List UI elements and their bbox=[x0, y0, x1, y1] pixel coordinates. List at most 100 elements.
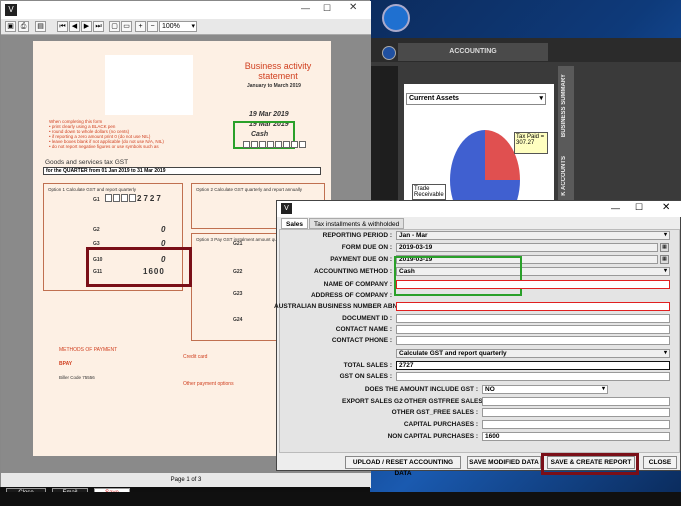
statement-title: Business activity statement bbox=[244, 61, 312, 81]
tab-business-summary[interactable]: BUSINESS SUMMARY bbox=[561, 74, 567, 137]
capital-input[interactable] bbox=[482, 420, 670, 429]
sales-dialog: V — ☐ ✕ Sales Tax installments & withhol… bbox=[274, 200, 681, 477]
address-label: ADDRESS OF COMPANY : bbox=[310, 292, 392, 299]
intro-instructions: When completing this form • print clearl… bbox=[49, 119, 164, 149]
zoom-select[interactable]: 100% ▾ bbox=[159, 21, 197, 32]
next-page-icon[interactable]: ▶ bbox=[81, 21, 92, 32]
intro-line: • do not report negative figures or use … bbox=[49, 144, 159, 149]
g1-label: G1 bbox=[93, 197, 100, 203]
option2-label: Option 2 Calculate GST quarterly and rep… bbox=[196, 187, 302, 192]
period-subtitle: January to March 2019 bbox=[247, 83, 301, 89]
account-type-select[interactable]: Current Assets ▾ bbox=[406, 93, 546, 105]
close-dialog-button[interactable]: CLOSE bbox=[643, 456, 677, 469]
highlight-method-field bbox=[394, 256, 522, 296]
g23-label: G23 bbox=[233, 291, 243, 297]
total-sales-input[interactable]: 2727 bbox=[396, 361, 670, 370]
contact-name-input[interactable] bbox=[396, 325, 670, 334]
close-icon[interactable]: ✕ bbox=[349, 2, 357, 13]
quarter-bar: for the QUARTER from 01 Jan 2019 to 31 M… bbox=[43, 167, 321, 175]
sales-form: REPORTING PERIOD : Jan - Mar ▾ FORM DUE O… bbox=[274, 229, 680, 453]
calendar-icon[interactable]: ▦ bbox=[660, 255, 669, 264]
export-sales-label: EXPORT SALES G2 bbox=[342, 398, 403, 405]
dialog-titlebar: V — ☐ ✕ bbox=[277, 201, 681, 217]
tab-tax-installments[interactable]: Tax installments & withholded bbox=[309, 218, 405, 229]
dialog-buttons: UPLOAD / RESET ACCOUNTING DATA SAVE MODI… bbox=[279, 453, 680, 477]
other-gstfree-input[interactable] bbox=[482, 408, 670, 417]
other-gstfree-g3-label: OTHER GSTFREE SALES G3 : bbox=[404, 398, 498, 405]
other-gstfree-label: OTHER GST_FREE SALES : bbox=[391, 409, 478, 416]
maximize-icon[interactable]: ☐ bbox=[323, 3, 331, 14]
other-options-heading: Other payment options bbox=[183, 381, 234, 387]
non-capital-label: NON CAPITAL PURCHASES : bbox=[387, 433, 478, 440]
contact-phone-boxes bbox=[243, 141, 319, 149]
methods-heading: METHODS OF PAYMENT bbox=[59, 347, 118, 353]
minimize-icon[interactable]: — bbox=[301, 3, 310, 13]
app-icon: V bbox=[5, 4, 17, 16]
last-page-icon[interactable]: ⏭ bbox=[93, 21, 104, 32]
print-icon[interactable]: ⎙ bbox=[18, 21, 29, 32]
maximize-icon[interactable]: ☐ bbox=[635, 202, 643, 213]
abn-label: AUSTRALIAN BUSINESS NUMBER ABN : bbox=[274, 303, 402, 310]
biller-code: Biller Code 75556 bbox=[59, 375, 95, 380]
gst-on-sales-input[interactable] bbox=[396, 372, 670, 381]
pdf-toolbar: ▣ ⎙ ▤ ⏮ ◀ ▶ ⏭ ▢ ▭ + − 100% ▾ bbox=[1, 19, 371, 35]
g1-boxes: 2727 bbox=[105, 194, 167, 203]
form-due-value: 19 Mar 2019 bbox=[249, 111, 289, 118]
method-label: ACCOUNTING METHOD : bbox=[314, 268, 392, 275]
side-tab-strip: BUSINESS SUMMARY K ACCOUNTS bbox=[558, 66, 574, 200]
non-capital-input[interactable]: 1600 bbox=[482, 432, 670, 441]
save-icon[interactable]: ▣ bbox=[5, 21, 16, 32]
first-page-icon[interactable]: ⏮ bbox=[57, 21, 68, 32]
tab-accounts[interactable]: K ACCOUNTS bbox=[561, 156, 567, 196]
minimize-icon[interactable]: — bbox=[611, 203, 620, 213]
save-modified-button[interactable]: SAVE MODIFIED DATA bbox=[467, 456, 541, 469]
fit-page-icon[interactable]: ▢ bbox=[109, 21, 120, 32]
background-left-panel bbox=[368, 66, 398, 200]
capital-label: CAPITAL PURCHASES : bbox=[403, 421, 478, 428]
company-name-input[interactable] bbox=[396, 280, 670, 289]
dialog-tabs: Sales Tax installments & withholded bbox=[279, 217, 680, 229]
g24-label: G24 bbox=[233, 317, 243, 323]
form-due-label: FORM DUE ON : bbox=[341, 244, 392, 251]
highlight-purchases bbox=[86, 247, 192, 287]
highlight-save-create bbox=[541, 453, 639, 475]
close-icon[interactable]: ✕ bbox=[662, 202, 670, 213]
gstfree-g3-input[interactable] bbox=[482, 397, 670, 406]
app-icon: V bbox=[281, 203, 292, 214]
option1-label: Option 1 Calculate GST and report quarte… bbox=[48, 187, 136, 192]
contact-phone-input[interactable] bbox=[396, 336, 670, 345]
g2-value: 0 bbox=[161, 225, 166, 234]
gst-on-sales-label: GST ON SALES : bbox=[339, 373, 392, 380]
tab-sales[interactable]: Sales bbox=[281, 218, 308, 229]
include-gst-select[interactable]: NO ▾ bbox=[482, 385, 608, 394]
gst-heading: Goods and services tax GST bbox=[45, 159, 129, 166]
g22-label: G22 bbox=[233, 269, 243, 275]
document-id-label: DOCUMENT ID : bbox=[342, 315, 392, 322]
desktop-app-icon[interactable] bbox=[382, 4, 410, 32]
document-id-input[interactable] bbox=[396, 314, 670, 323]
taskbar bbox=[0, 492, 681, 506]
payment-due-label: PAYMENT DUE ON : bbox=[330, 256, 392, 263]
form-due-field[interactable]: 2019-03-19 bbox=[396, 243, 658, 252]
abn-input[interactable] bbox=[396, 302, 670, 311]
company-label: NAME OF COMPANY : bbox=[323, 281, 392, 288]
upload-reset-button[interactable]: UPLOAD / RESET ACCOUNTING DATA bbox=[345, 456, 461, 477]
g1-value: 2727 bbox=[137, 194, 163, 203]
trade-receivable-label: Trade Receivable bbox=[412, 184, 446, 200]
calendar-icon[interactable]: ▦ bbox=[660, 243, 669, 252]
include-gst-label: DOES THE AMOUNT INCLUDE GST : bbox=[364, 386, 478, 393]
fit-width-icon[interactable]: ▭ bbox=[121, 21, 132, 32]
zoom-out-icon[interactable]: − bbox=[147, 21, 158, 32]
gst-calc-select[interactable]: Calculate GST and report quarterly ▾ bbox=[396, 349, 670, 358]
reporting-period-select[interactable]: Jan - Mar ▾ bbox=[396, 231, 670, 240]
tax-paid-label: Tax Paid = 307.27 bbox=[514, 132, 548, 154]
background-app-header: ACCOUNTING bbox=[368, 38, 681, 62]
zoom-in-icon[interactable]: + bbox=[135, 21, 146, 32]
prev-page-icon[interactable]: ◀ bbox=[69, 21, 80, 32]
g2-label: G2 bbox=[93, 227, 100, 233]
total-sales-label: TOTAL SALES : bbox=[343, 362, 392, 369]
pdf-titlebar: V — ☐ ✕ bbox=[1, 1, 371, 19]
tab-accounting[interactable]: ACCOUNTING bbox=[398, 43, 548, 61]
reporting-period-label: REPORTING PERIOD : bbox=[322, 232, 392, 239]
open-icon[interactable]: ▤ bbox=[35, 21, 46, 32]
